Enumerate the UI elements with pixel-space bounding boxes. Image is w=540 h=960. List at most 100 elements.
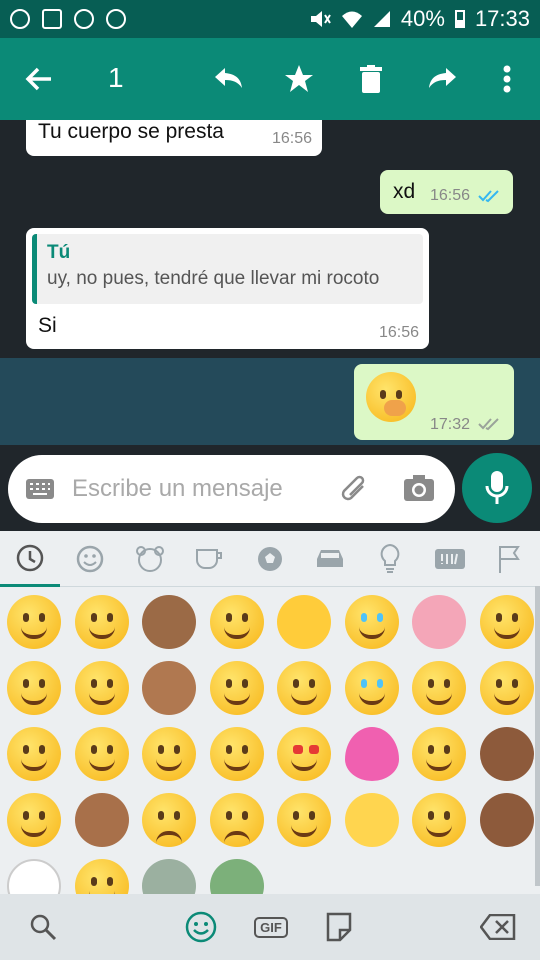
notification-icons bbox=[10, 9, 126, 29]
tears-of-joy-face-emoji[interactable] bbox=[344, 595, 399, 649]
battery-icon bbox=[454, 10, 465, 28]
cup-icon bbox=[196, 549, 222, 569]
clock-icon bbox=[16, 544, 44, 571]
delivered-ticks-icon bbox=[478, 418, 499, 431]
keyboard-icon[interactable] bbox=[26, 479, 54, 499]
face-with-tongue-emoji[interactable] bbox=[479, 661, 534, 715]
halo-face-emoji[interactable] bbox=[277, 793, 331, 847]
smiley-icon bbox=[76, 545, 104, 573]
balloon-emoji[interactable] bbox=[344, 727, 399, 781]
message-incoming[interactable]: Tu cuerpo se presta 16:56 bbox=[26, 120, 322, 156]
tab-travel[interactable] bbox=[300, 531, 360, 587]
selected-count: 1 bbox=[108, 62, 124, 93]
emoji-scrollbar[interactable] bbox=[535, 586, 540, 886]
car-icon bbox=[317, 550, 343, 567]
message-outgoing[interactable]: xd 16:56 bbox=[380, 170, 513, 214]
message-time: 16:56 bbox=[430, 187, 471, 204]
reply-icon[interactable] bbox=[205, 56, 251, 102]
beaming-face-emoji[interactable] bbox=[209, 727, 264, 781]
money-with-wings-emoji[interactable] bbox=[209, 859, 264, 894]
zany-face-emoji[interactable] bbox=[209, 661, 264, 715]
eyes-emoji[interactable] bbox=[7, 859, 61, 894]
raising-hands-medium-dark-emoji[interactable] bbox=[479, 727, 534, 781]
loudly-crying-face-emoji[interactable] bbox=[344, 661, 399, 715]
clock: 17:33 bbox=[474, 6, 530, 31]
gif-button[interactable]: GIF bbox=[251, 908, 291, 946]
brain-emoji[interactable] bbox=[412, 595, 466, 649]
attach-icon[interactable] bbox=[338, 473, 368, 505]
winking-face-emoji[interactable] bbox=[412, 793, 466, 847]
zombie-emoji[interactable] bbox=[142, 859, 196, 894]
heart-eyes-face-emoji[interactable] bbox=[277, 727, 331, 781]
symbols-icon bbox=[435, 549, 465, 569]
sticker-icon[interactable] bbox=[320, 908, 358, 946]
gif-label: GIF bbox=[254, 916, 288, 938]
wifi-icon bbox=[341, 11, 362, 28]
face-with-hand-over-mouth-emoji[interactable] bbox=[7, 661, 61, 715]
tab-food[interactable] bbox=[180, 531, 240, 587]
confused-face-emoji[interactable] bbox=[209, 793, 264, 847]
see-no-evil-monkey-emoji[interactable] bbox=[142, 595, 196, 649]
confounded-face-emoji[interactable] bbox=[412, 661, 466, 715]
selection-action-bar: 1 bbox=[0, 38, 540, 120]
message-outgoing-selected[interactable]: 17:32 bbox=[354, 364, 514, 440]
emoji-tab-icon[interactable] bbox=[182, 908, 220, 946]
forward-icon[interactable] bbox=[420, 56, 466, 102]
grinning-sweat-face-emoji[interactable] bbox=[74, 727, 129, 781]
tab-symbols[interactable] bbox=[420, 531, 480, 587]
raising-hands-emoji[interactable] bbox=[277, 595, 331, 649]
message-text: Tu cuerpo se presta bbox=[38, 120, 224, 143]
chat-area[interactable]: Tu cuerpo se presta 16:56 xd 16:56 Tú uy… bbox=[0, 120, 540, 445]
tab-activity[interactable] bbox=[240, 531, 300, 587]
grinning-face-emoji[interactable] bbox=[7, 595, 61, 649]
eye-roll-face-emoji[interactable] bbox=[412, 727, 466, 781]
message-text: Si bbox=[38, 314, 57, 337]
voice-record-button[interactable] bbox=[462, 453, 532, 523]
image-icon bbox=[42, 9, 62, 29]
soccer-ball-icon bbox=[258, 547, 282, 571]
smiling-blush-face-emoji[interactable] bbox=[142, 727, 196, 781]
emoji-keyboard-bottom-bar: GIF bbox=[0, 894, 540, 960]
astonished-face-emoji[interactable] bbox=[7, 793, 61, 847]
tab-smileys[interactable] bbox=[60, 531, 120, 587]
whatsapp-icon bbox=[10, 9, 30, 29]
tab-objects[interactable] bbox=[360, 531, 420, 587]
status-bar: 40% 17:33 bbox=[0, 0, 540, 38]
back-arrow-icon[interactable] bbox=[16, 56, 62, 102]
sparkles-emoji[interactable] bbox=[344, 793, 399, 847]
compose-bar: Escribe un mensaje bbox=[0, 445, 540, 531]
camera-icon[interactable] bbox=[404, 475, 434, 501]
backspace-icon[interactable] bbox=[478, 908, 518, 946]
face-with-raised-eyebrow-emoji[interactable] bbox=[74, 859, 129, 894]
quote-author: Tú bbox=[47, 242, 71, 263]
downcast-sweat-face-emoji[interactable] bbox=[142, 793, 196, 847]
search-icon[interactable] bbox=[24, 908, 62, 946]
emoji-category-bar bbox=[0, 531, 540, 587]
message-time: 16:56 bbox=[271, 130, 312, 147]
rolling-on-floor-laughing-emoji[interactable] bbox=[479, 595, 534, 649]
phone-icon bbox=[106, 9, 126, 29]
more-vert-icon[interactable] bbox=[484, 56, 530, 102]
clapping-hands-emoji[interactable] bbox=[142, 661, 196, 715]
quoted-message[interactable]: Tú uy, no pues, tendré que llevar mi roc… bbox=[32, 234, 423, 304]
drooling-face-emoji[interactable] bbox=[209, 595, 264, 649]
face-with-hand-over-mouth-emoji bbox=[366, 372, 416, 422]
thinking-face-emoji[interactable] bbox=[74, 595, 129, 649]
message-input[interactable]: Escribe un mensaje bbox=[8, 455, 455, 523]
squinting-laughing-face-emoji[interactable] bbox=[7, 727, 61, 781]
tab-recent[interactable] bbox=[0, 531, 60, 587]
message-incoming-reply[interactable]: Tú uy, no pues, tendré que llevar mi roc… bbox=[26, 228, 429, 349]
battery-percent: 40% bbox=[400, 6, 445, 31]
star-icon[interactable] bbox=[276, 56, 322, 102]
yum-face-emoji[interactable] bbox=[74, 661, 129, 715]
thumbs-up-medium-emoji[interactable] bbox=[74, 793, 129, 847]
delete-icon[interactable] bbox=[348, 56, 394, 102]
quote-text: uy, no pues, tendré que llevar mi rocoto bbox=[47, 268, 380, 289]
message-text: xd bbox=[393, 180, 416, 203]
lightbulb-icon bbox=[380, 544, 400, 573]
smiling-face-emoji[interactable] bbox=[277, 661, 331, 715]
tab-animals[interactable] bbox=[120, 531, 180, 587]
woman-tipping-hand-emoji[interactable] bbox=[479, 793, 534, 847]
tab-flags[interactable] bbox=[480, 531, 540, 587]
emoji-keyboard bbox=[0, 531, 540, 894]
